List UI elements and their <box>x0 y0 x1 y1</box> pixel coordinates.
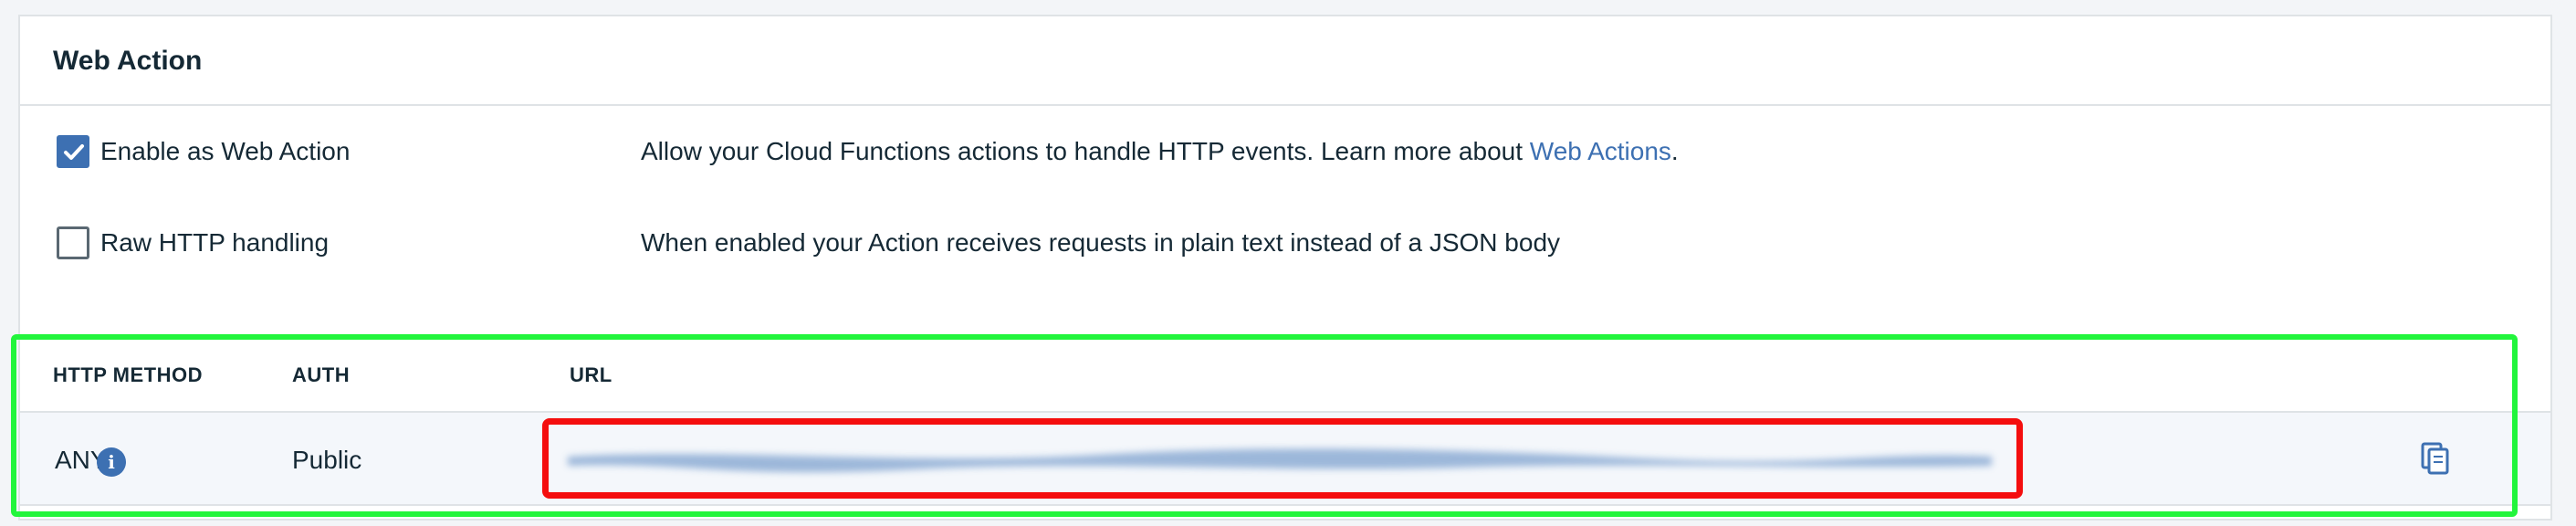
header-http-method: HTTP METHOD <box>53 363 203 386</box>
auth-value: Public <box>292 446 362 474</box>
enable-web-action-label[interactable]: Enable as Web Action <box>100 137 350 166</box>
header-url: URL <box>570 363 613 386</box>
web-action-description-text: Allow your Cloud Functions actions to ha… <box>641 137 1530 165</box>
panel-title: Web Action <box>53 46 203 76</box>
enable-web-action-checkbox[interactable] <box>57 135 89 168</box>
raw-http-label[interactable]: Raw HTTP handling <box>100 228 329 258</box>
web-action-panel: Web Action Enable as Web Action Allow yo… <box>18 15 2552 521</box>
info-icon[interactable]: i <box>97 447 126 477</box>
raw-http-description: When enabled your Action receives reques… <box>641 228 1561 257</box>
url-value-redacted[interactable] <box>550 429 2010 484</box>
raw-http-checkbox[interactable] <box>57 226 89 259</box>
checkmark-icon <box>64 144 84 160</box>
web-actions-link[interactable]: Web Actions <box>1530 137 1671 165</box>
table-header: HTTP METHOD AUTH URL <box>20 336 2550 411</box>
option-row-raw-http: Raw HTTP handling When enabled your Acti… <box>20 216 2550 270</box>
header-auth: AUTH <box>292 363 351 386</box>
option-row-web-action: Enable as Web Action Allow your Cloud Fu… <box>20 124 2550 179</box>
panel-header: Web Action <box>20 16 2550 106</box>
copy-icon[interactable] <box>2417 440 2454 477</box>
table-row: ANY i Public <box>20 411 2550 506</box>
web-action-description: Allow your Cloud Functions actions to ha… <box>641 137 1679 166</box>
web-action-description-end: . <box>1670 137 1679 165</box>
